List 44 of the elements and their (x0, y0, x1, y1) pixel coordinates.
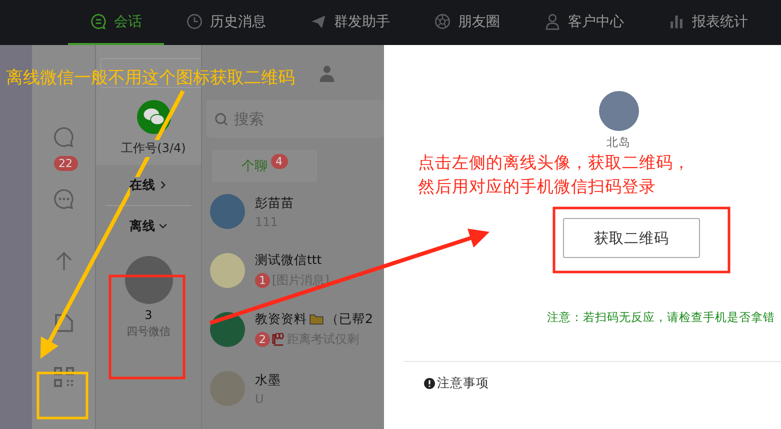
contact-name: （已帮2 (326, 311, 373, 328)
account-name: 四号微信 (126, 324, 170, 339)
avatar-placeholder[interactable] (210, 253, 245, 288)
chat-icon (90, 13, 107, 30)
user-name: 北岛 (606, 135, 630, 150)
wechat-logo-icon (136, 100, 170, 134)
notice-text: 注意：若扫码无反应，请检查手机是否拿错 (547, 310, 775, 325)
person-icon (544, 13, 561, 30)
nav-tab[interactable]: 客户中心 (522, 0, 646, 45)
chat-dots-icon[interactable] (52, 187, 76, 211)
avatar-placeholder[interactable] (124, 256, 172, 304)
aperture-icon (434, 13, 451, 30)
paper-plane-icon (310, 13, 327, 30)
chat-tab[interactable]: 个聊 4 (212, 150, 317, 182)
account-group-toggle[interactable]: 离线 (106, 205, 191, 246)
chat-bubble-icon[interactable] (52, 125, 76, 149)
avatar-placeholder[interactable] (210, 194, 245, 229)
nav-tab[interactable]: 朋友圈 (412, 0, 522, 45)
unread-count-badge: 2 (255, 332, 270, 347)
annotation-text: 点击左侧的离线头像，获取二维码， (418, 152, 690, 174)
nav-tab[interactable]: 报表统计 (646, 0, 770, 45)
avatar-placeholder[interactable] (210, 371, 245, 406)
bar-chart-icon (668, 13, 685, 30)
avatar-placeholder (598, 91, 638, 131)
nav-tab[interactable]: 群发助手 (288, 0, 412, 45)
account-title: 工作号(3/4) (119, 140, 188, 157)
get-qr-code-button[interactable]: 获取二维码 (563, 218, 700, 258)
contact-name: 彭苗苗 (255, 194, 294, 212)
account-count: 3 (144, 308, 152, 322)
annotation-text: 然后用对应的手机微信扫码登录 (418, 176, 657, 198)
account-group-toggle[interactable]: 在线 (106, 165, 191, 205)
unread-count-badge: 1 (255, 273, 270, 288)
annotation-text: 离线微信一般不用这个图标获取二维码 (6, 67, 295, 89)
exclamation-icon (424, 378, 435, 389)
contact-name: 水墨 (255, 372, 281, 388)
nav-tab[interactable]: 历史消息 (164, 0, 288, 45)
search-icon (214, 112, 229, 126)
contact-name: 教资资料 (255, 311, 307, 328)
chevron-down-icon (158, 221, 168, 231)
clock-icon (186, 13, 203, 30)
contact-name: 测试微信ttt (255, 252, 322, 269)
qr-code-icon[interactable] (52, 365, 76, 389)
unread-count-badge: 22 (54, 156, 78, 171)
notes-title: 注意事项 (437, 375, 489, 392)
